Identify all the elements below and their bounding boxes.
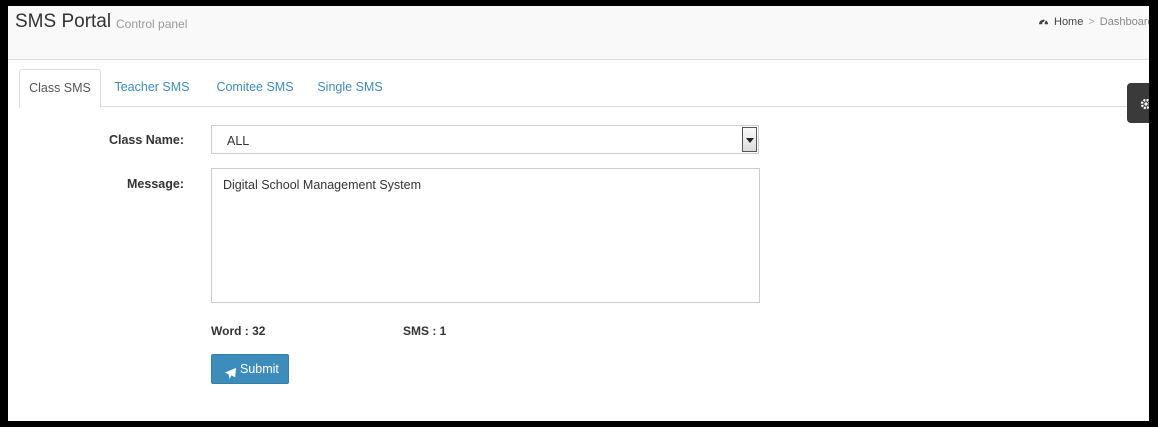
page-title: SMS Portal (15, 11, 112, 32)
submit-label: Submit (240, 362, 279, 376)
message-text: Digital School Management System (223, 178, 422, 192)
dashboard-icon (1038, 16, 1049, 30)
tab-bar: Class SMS Teacher SMS Comitee SMS Single… (19, 69, 1149, 108)
class-name-select[interactable]: ALL (211, 125, 759, 154)
tab-single-sms[interactable]: Single SMS (314, 69, 386, 105)
chevron-down-icon[interactable] (742, 127, 757, 152)
tab-class-sms[interactable]: Class SMS (19, 69, 101, 108)
message-label: Message: (127, 177, 184, 191)
content-header: SMS Portal Control panel Home > Dashboard (8, 6, 1149, 60)
page-subtitle: Control panel (116, 17, 188, 31)
class-name-label: Class Name: (108, 133, 184, 147)
tab-teacher-sms[interactable]: Teacher SMS (111, 69, 193, 105)
tab-comitee-sms[interactable]: Comitee SMS (212, 69, 298, 105)
word-count: Word : 32 (211, 324, 266, 338)
paper-plane-icon (224, 362, 237, 390)
breadcrumb-home-link[interactable]: Home (1054, 16, 1083, 28)
message-textarea[interactable]: Digital School Management System (211, 168, 760, 303)
class-name-value: ALL (227, 134, 250, 148)
gear-icon (1140, 97, 1149, 115)
submit-button[interactable]: Submit (211, 354, 289, 384)
app-window: SMS Portal Control panel Home > Dashboard … (8, 6, 1149, 421)
breadcrumb-separator: > (1088, 16, 1095, 28)
breadcrumb: Home > Dashboard (1038, 16, 1149, 30)
breadcrumb-dashboard: Dashboard (1099, 16, 1149, 28)
sms-count: SMS : 1 (403, 324, 447, 338)
settings-toggle[interactable] (1127, 83, 1149, 123)
